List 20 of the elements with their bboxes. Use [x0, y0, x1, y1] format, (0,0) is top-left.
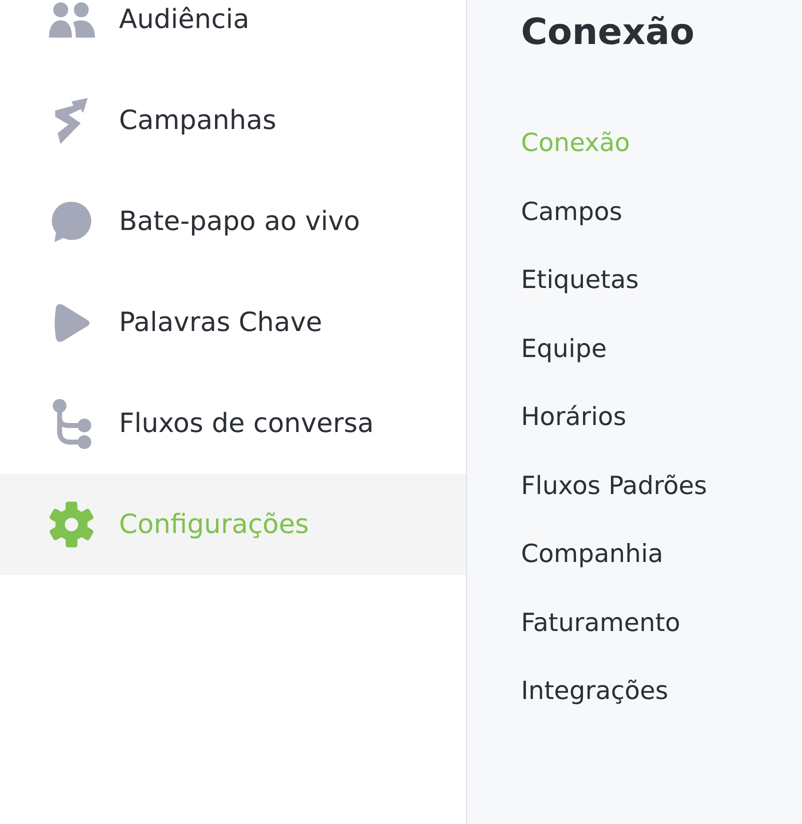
settings-menu-link[interactable]: Etiquetas	[521, 265, 639, 295]
settings-icon	[48, 501, 95, 548]
settings-menu-link[interactable]: Horários	[521, 402, 626, 432]
settings-menu-link[interactable]: Fluxos Padrões	[521, 470, 708, 500]
sidebar-item[interactable]: Palavras Chave	[0, 272, 466, 373]
settings-menu-link[interactable]: Companhia	[521, 539, 664, 569]
settings-menu-link[interactable]: Equipe	[521, 334, 607, 364]
sidebar-item[interactable]: Fluxos de conversa	[0, 373, 466, 474]
settings-menu-link[interactable]: Integrações	[521, 676, 668, 706]
sidebar-item[interactable]: Audiência	[0, 0, 466, 70]
sidebar-item[interactable]: Campanhas	[0, 70, 466, 171]
panel-title: Conexão	[521, 13, 694, 53]
settings-menu-link[interactable]: Faturamento	[521, 608, 680, 638]
chat-bubble-icon	[50, 200, 92, 242]
people-icon	[48, 2, 95, 38]
zigzag-arrow-icon	[54, 98, 89, 144]
play-icon	[54, 302, 90, 342]
sidebar-item[interactable]: Bate-papo ao vivo	[0, 171, 466, 272]
settings-menu-link[interactable]: Campos	[521, 196, 622, 226]
branching-flow-icon	[52, 398, 92, 450]
